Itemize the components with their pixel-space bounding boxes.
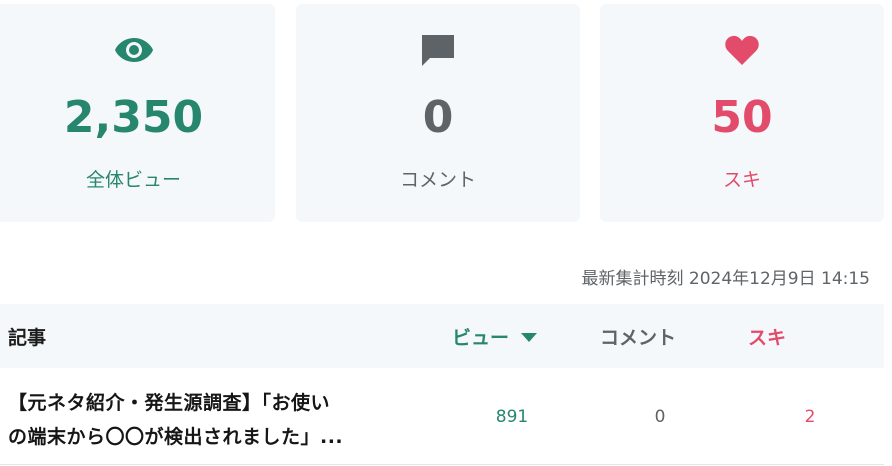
total-views-value: 2,350 [63,92,204,143]
column-header-article: 記事 [8,326,47,349]
views-stat-card: 2,350 全体ビュー [0,4,275,222]
stats-page: 2,350 全体ビュー 0 コメント 50 スキ 最新集計時刻 2024年12月… [0,0,892,466]
comments-stat-card: 0 コメント [296,4,580,222]
total-comments-label: コメント [399,169,476,191]
article-title-link[interactable]: 【元ネタ紹介・発生源調査】「お使い の端末から〇〇が検出されました」... [8,386,428,454]
table-row: 【元ネタ紹介・発生源調査】「お使い の端末から〇〇が検出されました」... 89… [0,368,884,465]
sort-descending-icon [521,332,538,342]
total-views-label: 全体ビュー [85,169,181,191]
article-comments-count: 0 [654,406,666,427]
article-table-header: 記事 ビュー コメント スキ [0,304,884,368]
stats-cards: 2,350 全体ビュー 0 コメント 50 スキ [0,4,892,222]
article-likes-count: 2 [804,406,816,427]
article-title-line-2: の端末から〇〇が検出されました」... [8,426,344,448]
column-header-views[interactable]: ビュー [452,304,538,368]
article-title-line-1: 【元ネタ紹介・発生源調査】「お使い [8,392,331,414]
column-header-views-label: ビュー [452,326,510,349]
comment-icon [418,30,458,70]
column-header-comments[interactable]: コメント [600,304,676,368]
eye-icon [114,30,154,70]
article-views-count: 891 [495,406,529,427]
total-likes-value: 50 [711,92,773,143]
total-comments-value: 0 [422,92,454,143]
last-updated-timestamp: 最新集計時刻 2024年12月9日 14:15 [581,269,870,289]
column-header-likes[interactable]: スキ [748,304,786,368]
likes-stat-card: 50 スキ [600,4,884,222]
heart-icon [722,30,762,70]
total-likes-label: スキ [722,169,761,191]
